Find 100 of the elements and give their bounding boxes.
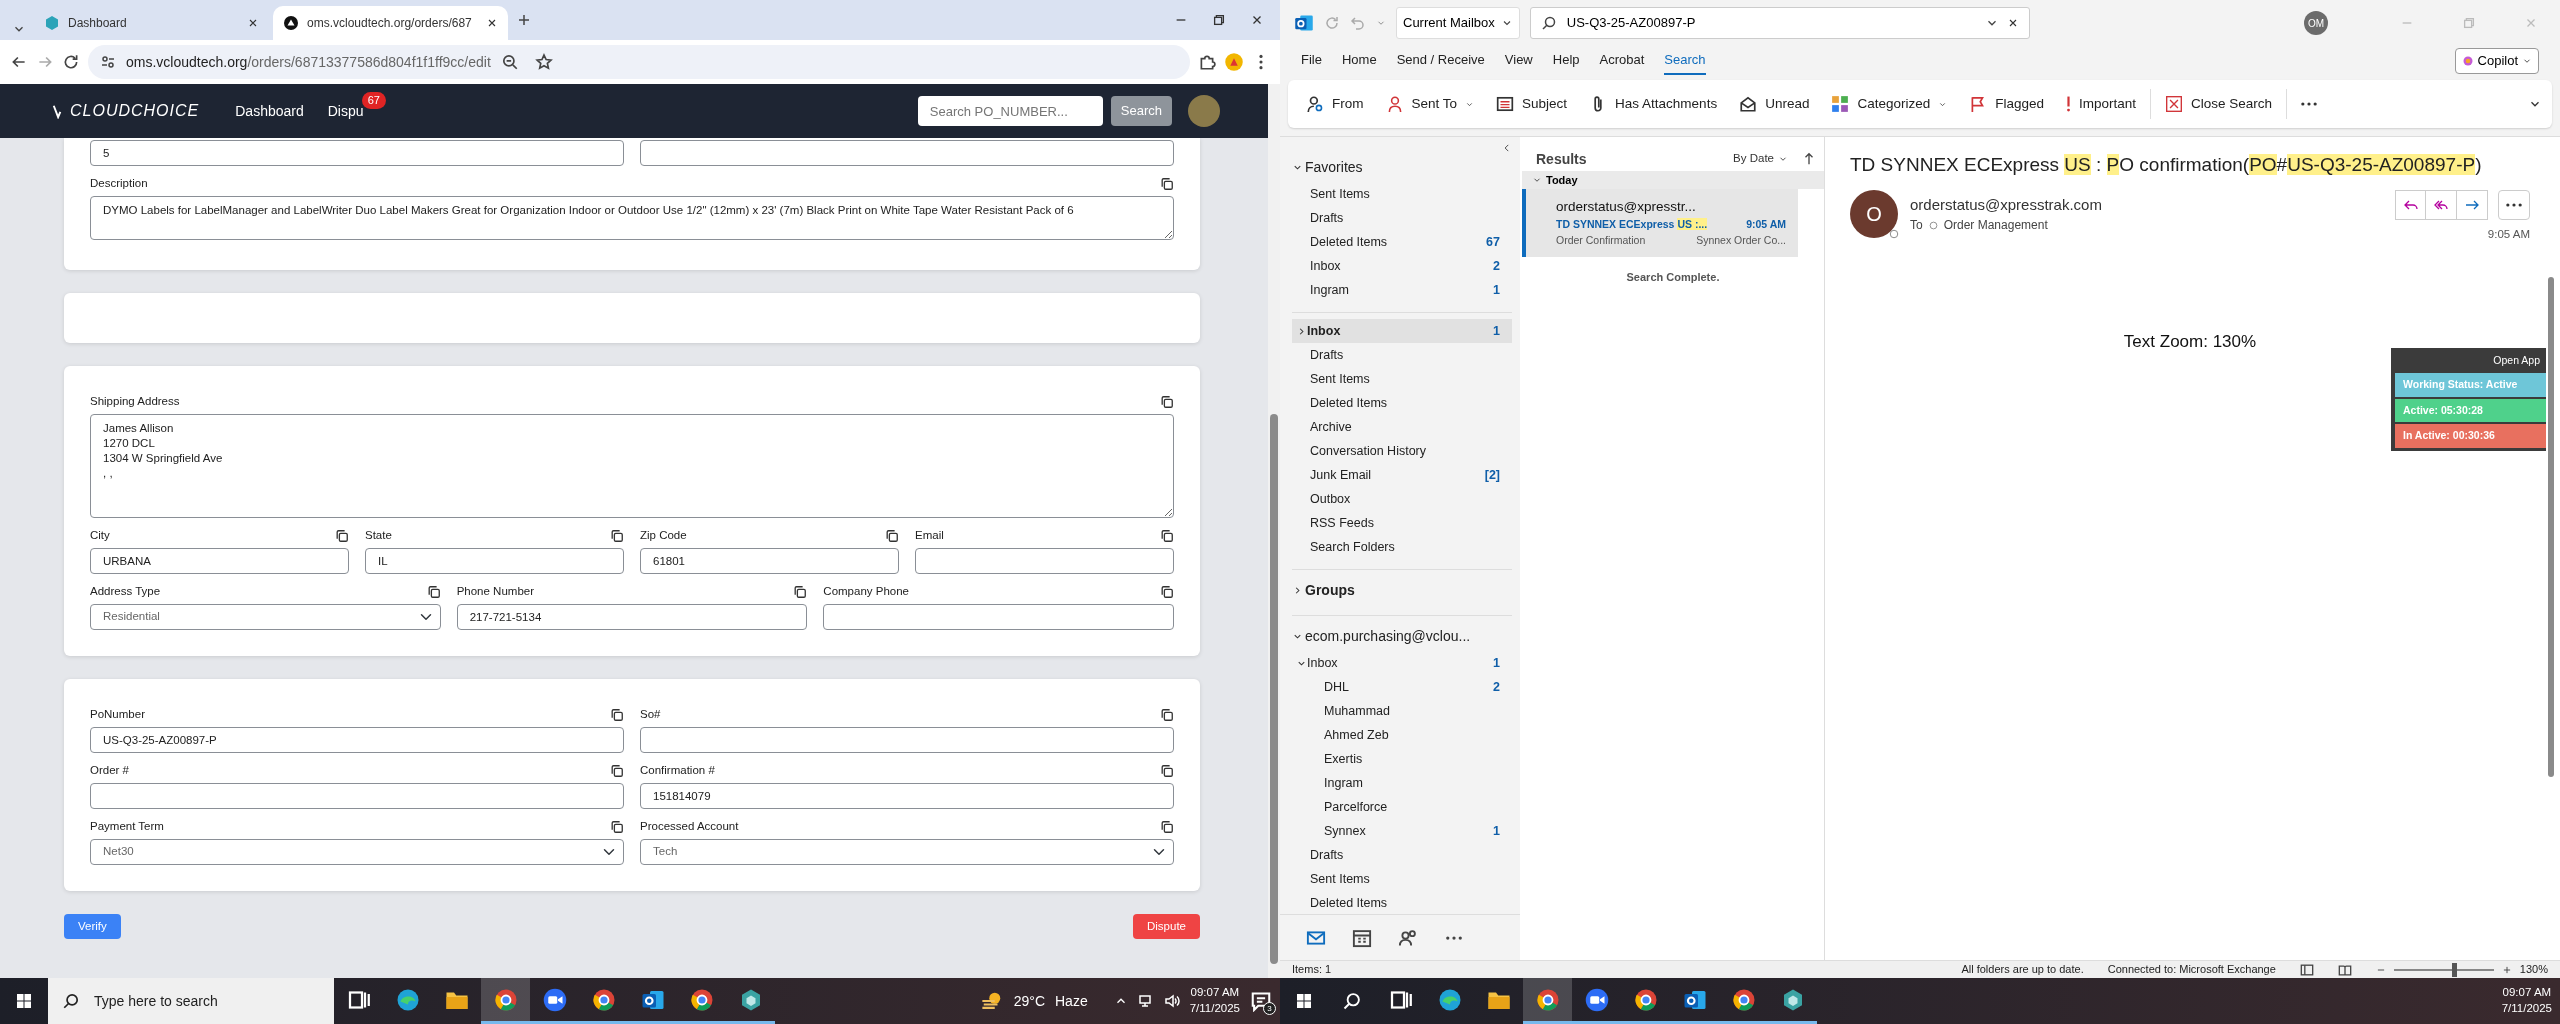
dispute-button[interactable]: Dispute (1133, 914, 1200, 940)
reply-all-button[interactable] (2426, 189, 2457, 220)
folder-item[interactable]: Exertis (1306, 747, 1512, 771)
folder-item[interactable]: Ahmed Zeb (1306, 723, 1512, 747)
avatar-image[interactable] (1188, 95, 1220, 127)
folder-item[interactable]: Drafts (1292, 206, 1512, 230)
menu-tab[interactable]: File (1301, 47, 1322, 75)
menu-tab[interactable]: Help (1552, 47, 1580, 75)
browser-tab[interactable]: Dashboard (34, 6, 269, 40)
text-area[interactable]: James Allison 1270 DCL 1304 W Springfield Ave , , (90, 414, 1174, 518)
ribbon-button[interactable]: From (1298, 89, 1372, 119)
ribbon-button[interactable]: Categorized (1823, 89, 1956, 119)
clock-time[interactable]: 09:07 AM (1189, 985, 1240, 1001)
ribbon-button[interactable]: Subject (1488, 89, 1576, 119)
input-field[interactable] (823, 604, 1174, 630)
copy-icon[interactable] (1160, 529, 1174, 543)
ribbon-button[interactable]: Has Attachments (1581, 89, 1726, 119)
ribbon-button[interactable]: Close Search (2157, 89, 2281, 119)
input-field[interactable] (640, 727, 1174, 753)
folder-item[interactable]: Conversation History (1292, 439, 1512, 463)
folder-item[interactable]: Sent Items (1292, 367, 1512, 391)
menu-tab[interactable]: Send / Receive (1396, 47, 1485, 75)
folder-item[interactable]: Synnex 1 (1306, 819, 1512, 843)
copy-icon[interactable] (793, 585, 808, 599)
folder-item[interactable]: Drafts (1292, 343, 1512, 367)
copilot-button[interactable]: Copilot (2454, 48, 2539, 74)
input-field[interactable]: URBANA (90, 548, 349, 574)
folder-section-header[interactable]: Groups (1292, 576, 1512, 605)
scrollbar[interactable] (1268, 84, 1280, 978)
copy-icon[interactable] (1160, 820, 1174, 834)
copy-icon[interactable] (426, 585, 441, 599)
copy-icon[interactable] (610, 820, 624, 834)
brand-logo[interactable]: CLOUDCHOICE (70, 99, 200, 123)
search-input[interactable]: Type here to search (92, 989, 320, 1013)
select-field[interactable]: Net30 (90, 839, 624, 865)
input-field[interactable]: 151814079 (640, 783, 1174, 809)
people-icon[interactable] (1398, 927, 1418, 948)
close-icon[interactable] (247, 17, 259, 29)
clock-time[interactable]: 09:07 AM (2501, 985, 2552, 1001)
search-input[interactable]: US-Q3-25-AZ00897-P (1564, 12, 1977, 34)
copy-icon[interactable] (1160, 585, 1174, 599)
folder-item[interactable]: Ingram 1 (1292, 278, 1512, 302)
ribbon-button[interactable]: Unread (1731, 89, 1818, 119)
folder-item[interactable]: DHL 2 (1306, 675, 1512, 699)
input-field[interactable] (915, 548, 1174, 574)
copy-icon[interactable] (1160, 395, 1174, 409)
folder-item[interactable]: Parcelforce (1306, 795, 1512, 819)
zoom-out-icon[interactable] (500, 53, 519, 71)
collapse-icon[interactable] (1502, 143, 1512, 153)
copy-icon[interactable] (610, 764, 624, 778)
folder-item[interactable]: Muhammad (1306, 699, 1512, 723)
nav-link[interactable]: Dispu (327, 100, 364, 122)
input-field[interactable] (640, 140, 1174, 166)
taskbar-search[interactable]: Type here to search (48, 978, 334, 1024)
sort-dropdown[interactable]: By Date (1727, 149, 1794, 169)
verify-button[interactable]: Verify (64, 914, 121, 940)
menu-tab[interactable]: Acrobat (1599, 47, 1645, 75)
folder-item[interactable]: Junk Email [2] (1292, 463, 1512, 487)
copy-icon[interactable] (1160, 708, 1174, 722)
input-field[interactable] (90, 783, 624, 809)
account-avatar[interactable]: OM (2304, 11, 2328, 35)
star-icon[interactable] (534, 53, 553, 71)
reload-icon[interactable] (62, 53, 80, 71)
copy-icon[interactable] (610, 708, 624, 722)
copy-icon[interactable] (610, 529, 624, 543)
reading-view-icon[interactable] (2337, 962, 2352, 977)
menu-tab[interactable]: Home (1341, 47, 1377, 75)
folder-item[interactable]: Inbox 1 (1292, 651, 1512, 675)
menu-tab[interactable]: View (1504, 47, 1533, 75)
group-header[interactable]: Today (1522, 171, 1824, 189)
scope-dropdown[interactable]: Current Mailbox (1396, 7, 1520, 39)
folder-item[interactable]: Archive (1292, 415, 1512, 439)
search-bar[interactable]: US-Q3-25-AZ00897-P (1529, 7, 2030, 39)
input-field[interactable]: 217-721-5134 (456, 604, 808, 630)
normal-view-icon[interactable] (2299, 962, 2314, 977)
folder-item[interactable]: Search Folders (1292, 535, 1512, 559)
input-field[interactable]: 5 (90, 140, 624, 166)
input-field[interactable]: 61801 (640, 548, 899, 574)
folder-item[interactable]: Drafts (1292, 843, 1512, 867)
restore-icon[interactable] (1212, 13, 1226, 27)
folder-item[interactable]: Inbox 1 (1292, 319, 1512, 343)
sort-arrow-icon[interactable] (1802, 152, 1816, 166)
folder-item[interactable]: Sent Items (1292, 867, 1512, 891)
folder-item[interactable]: Ingram (1306, 771, 1512, 795)
folder-item[interactable]: Deleted Items (1292, 891, 1512, 914)
forward-button[interactable] (2457, 189, 2488, 220)
folder-section-header[interactable]: ecom.purchasing@vclou... (1292, 622, 1512, 651)
copy-icon[interactable] (1160, 177, 1174, 191)
ribbon-button[interactable]: Flagged (1961, 89, 2052, 119)
copy-icon[interactable] (335, 529, 349, 543)
folder-item[interactable]: Inbox 2 (1292, 254, 1512, 278)
browser-tab[interactable]: oms.vcloudtech.org/orders/687 (273, 6, 508, 40)
message-item[interactable]: orderstatus@xpresstr... TD SYNNEX ECExpress US :... 9:05 AM Order Confirmation Synnex Order Co... (1522, 189, 1798, 257)
copy-icon[interactable] (1160, 764, 1174, 778)
select-field[interactable]: Residential (90, 604, 441, 630)
folder-item[interactable]: Deleted Items (1292, 391, 1512, 415)
clock-date[interactable]: 7/11/2025 (2501, 1001, 2552, 1017)
input-field[interactable]: US-Q3-25-AZ00897-P (90, 727, 624, 753)
notification-icon[interactable] (1250, 990, 1272, 1012)
folder-item[interactable]: Sent Items (1292, 182, 1512, 206)
